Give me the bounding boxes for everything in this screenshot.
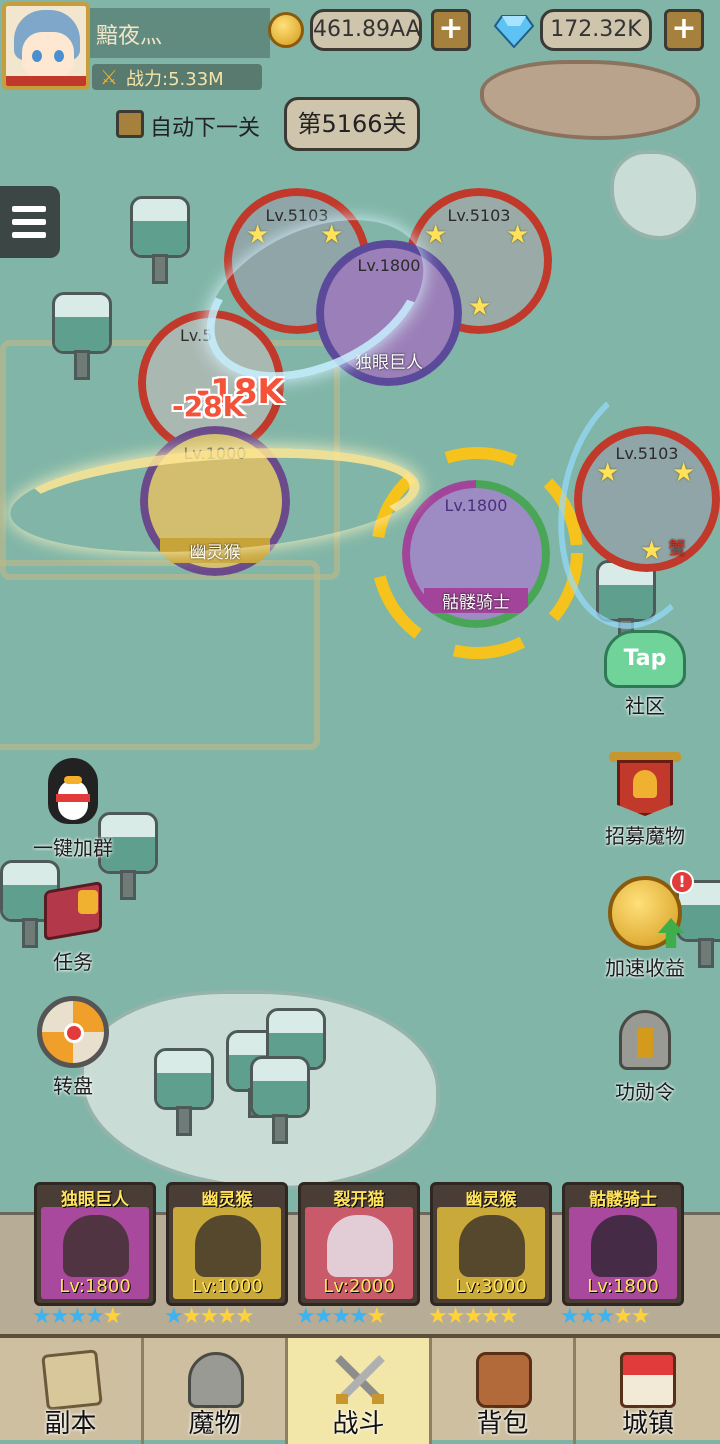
stage-number: 第5166关 — [284, 97, 420, 151]
community-button[interactable]: Tap 社区 — [590, 630, 700, 719]
tree — [250, 1056, 310, 1146]
team-card-level: Lv:1800 — [587, 1276, 659, 1297]
gem-amount: 172.32K — [540, 9, 652, 51]
diamond-icon — [494, 15, 534, 48]
notification-badge: ! — [670, 870, 694, 894]
wheel-icon — [37, 996, 109, 1068]
team-stars: ★★★★★ — [560, 1304, 651, 1329]
team-stars: ★★★★★ — [428, 1304, 519, 1329]
horned-helmet-icon — [188, 1352, 244, 1408]
tab-bag[interactable]: 背包 — [432, 1338, 576, 1444]
player-avatar[interactable] — [2, 2, 90, 90]
merit-button[interactable]: 功勋令 — [590, 1008, 700, 1105]
team-card-name: 独眼巨人 — [61, 1190, 129, 1210]
damage-number: -28K — [172, 390, 245, 423]
menu-icon — [12, 206, 46, 212]
backpack-icon — [476, 1352, 532, 1408]
join-group-button[interactable]: 一键加群 — [18, 758, 128, 861]
team-stars: ★★★★★ — [164, 1304, 255, 1329]
team-card-name: 骷髅骑士 — [589, 1190, 657, 1210]
team-card-name: 幽灵猴 — [465, 1190, 517, 1210]
speed-income-button[interactable]: ! 加速收益 — [590, 870, 700, 981]
banner-icon — [609, 752, 681, 818]
power-icon: ⚔ — [100, 65, 118, 89]
tree — [130, 196, 190, 286]
map-pond — [610, 150, 700, 240]
team-stars: ★★★★★ — [32, 1304, 123, 1329]
auto-next-label[interactable]: 自动下一关 — [150, 110, 260, 142]
tab-battle[interactable]: 战斗 — [288, 1338, 432, 1444]
team-card-level: Lv:3000 — [455, 1276, 527, 1297]
map-path — [0, 560, 320, 750]
auto-next-checkbox[interactable] — [116, 110, 144, 138]
player-name: 黯夜灬 — [96, 24, 163, 49]
book-icon — [38, 880, 108, 944]
team-card-level: Lv:1000 — [191, 1276, 263, 1297]
recruit-button[interactable]: 招募魔物 — [590, 752, 700, 849]
team-stars: ★★★★★ — [296, 1304, 387, 1329]
tasks-button[interactable]: 任务 — [18, 880, 128, 975]
power-value: 战力:5.33M — [126, 69, 224, 90]
penguin-icon — [42, 758, 104, 830]
wheel-button[interactable]: 转盘 — [18, 996, 128, 1099]
team-card-level: Lv:2000 — [323, 1276, 395, 1297]
team-card[interactable]: 独眼巨人 Lv:1800 — [34, 1182, 156, 1306]
add-gold-button[interactable]: + — [431, 9, 471, 51]
tap-cloud-icon: Tap — [604, 630, 686, 688]
team-card[interactable]: 裂开猫 Lv:2000 — [298, 1182, 420, 1306]
team-card[interactable]: 幽灵猴 Lv:1000 — [166, 1182, 288, 1306]
add-gem-button[interactable]: + — [664, 9, 704, 51]
crossed-swords-icon — [335, 1355, 385, 1404]
team-card-level: Lv:1800 — [59, 1276, 131, 1297]
team-card-name: 幽灵猴 — [201, 1190, 253, 1210]
menu-button[interactable] — [0, 186, 60, 258]
gold-coin-icon — [268, 12, 304, 48]
tree — [52, 292, 112, 382]
shop-icon — [620, 1352, 676, 1408]
helmet-icon — [609, 1008, 681, 1074]
tab-dungeon[interactable]: 副本 — [0, 1338, 144, 1444]
map-scroll-icon — [41, 1349, 103, 1411]
team-card-name: 裂开猫 — [333, 1190, 385, 1210]
map-pond — [480, 60, 700, 140]
team-card[interactable]: 骷髅骑士 Lv:1800 — [562, 1182, 684, 1306]
tab-town[interactable]: 城镇 — [576, 1338, 720, 1444]
tab-monsters[interactable]: 魔物 — [144, 1338, 288, 1444]
team-card[interactable]: 幽灵猴 Lv:3000 — [430, 1182, 552, 1306]
bottom-nav: 副本 魔物 战斗 背包 城镇 — [0, 1334, 720, 1444]
gold-amount: 461.89AA — [310, 9, 422, 51]
tree — [154, 1048, 214, 1138]
